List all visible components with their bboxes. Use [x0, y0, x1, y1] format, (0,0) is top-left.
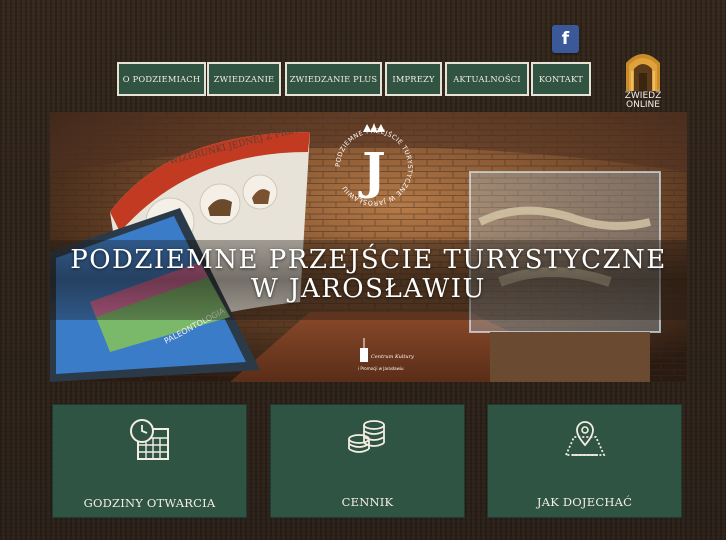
zwiedz-online-label: ZWIEDŹ ONLINE: [624, 91, 662, 110]
nav-item-o-podziemiach[interactable]: O PODZIEMIACH: [117, 62, 206, 96]
zwiedz-online-link[interactable]: ZWIEDŹ ONLINE: [618, 49, 668, 111]
tile-opening-hours[interactable]: GODZINY OTWARCIA: [52, 404, 247, 518]
tile-prices[interactable]: CENNIK: [270, 404, 465, 518]
nav-item-zwiedzanie-plus[interactable]: ZWIEDZANIE PLUS: [285, 62, 382, 96]
nav-item-aktualnosci[interactable]: AKTUALNOŚCI: [445, 62, 529, 96]
nav-item-label: IMPREZY: [392, 74, 435, 84]
nav-item-kontakt[interactable]: KONTAKT: [531, 62, 591, 96]
coins-icon: [347, 420, 385, 453]
svg-text:J: J: [358, 141, 386, 200]
nav-item-label: KONTAKT: [538, 74, 584, 84]
nav-item-imprezy[interactable]: IMPREZY: [385, 62, 442, 96]
nav-item-label: ZWIEDZANIE: [213, 74, 275, 84]
hero-banner: WIZERUNKI JEDNEJ Z PIERWSZYCH FAUNY PALE…: [50, 112, 687, 382]
nav-item-zwiedzanie[interactable]: ZWIEDZANIE: [207, 62, 281, 96]
tile-label: JAK DOJECHAĆ: [536, 495, 633, 509]
emblem-logo: PODZIEMNE PRZEJŚCIE TURYSTYCZNE W JAROSŁ…: [335, 123, 413, 207]
calendar-clock-icon: [129, 419, 169, 460]
facebook-button[interactable]: f: [552, 25, 579, 53]
svg-text:Centrum Kultury: Centrum Kultury: [371, 354, 414, 360]
hero-title: PODZIEMNE PRZEJŚCIE TURYSTYCZNE W JAROSŁ…: [70, 245, 667, 304]
nav-item-label: ZWIEDZANIE PLUS: [289, 74, 378, 84]
tile-label: GODZINY OTWARCIA: [83, 496, 216, 510]
partner-logo: Centrum Kultury i Promocji w Jarosławiu: [358, 338, 414, 371]
tile-label: CENNIK: [341, 495, 394, 509]
facebook-icon: f: [561, 29, 570, 49]
nav-item-label: O PODZIEMIACH: [122, 74, 201, 84]
tile-directions[interactable]: JAK DOJECHAĆ: [487, 404, 682, 518]
map-pin-icon: [564, 421, 605, 456]
nav-item-label: AKTUALNOŚCI: [453, 74, 521, 84]
virtual-tour-icon: [626, 54, 660, 91]
svg-text:i Promocji w Jarosławiu: i Promocji w Jarosławiu: [358, 366, 404, 371]
